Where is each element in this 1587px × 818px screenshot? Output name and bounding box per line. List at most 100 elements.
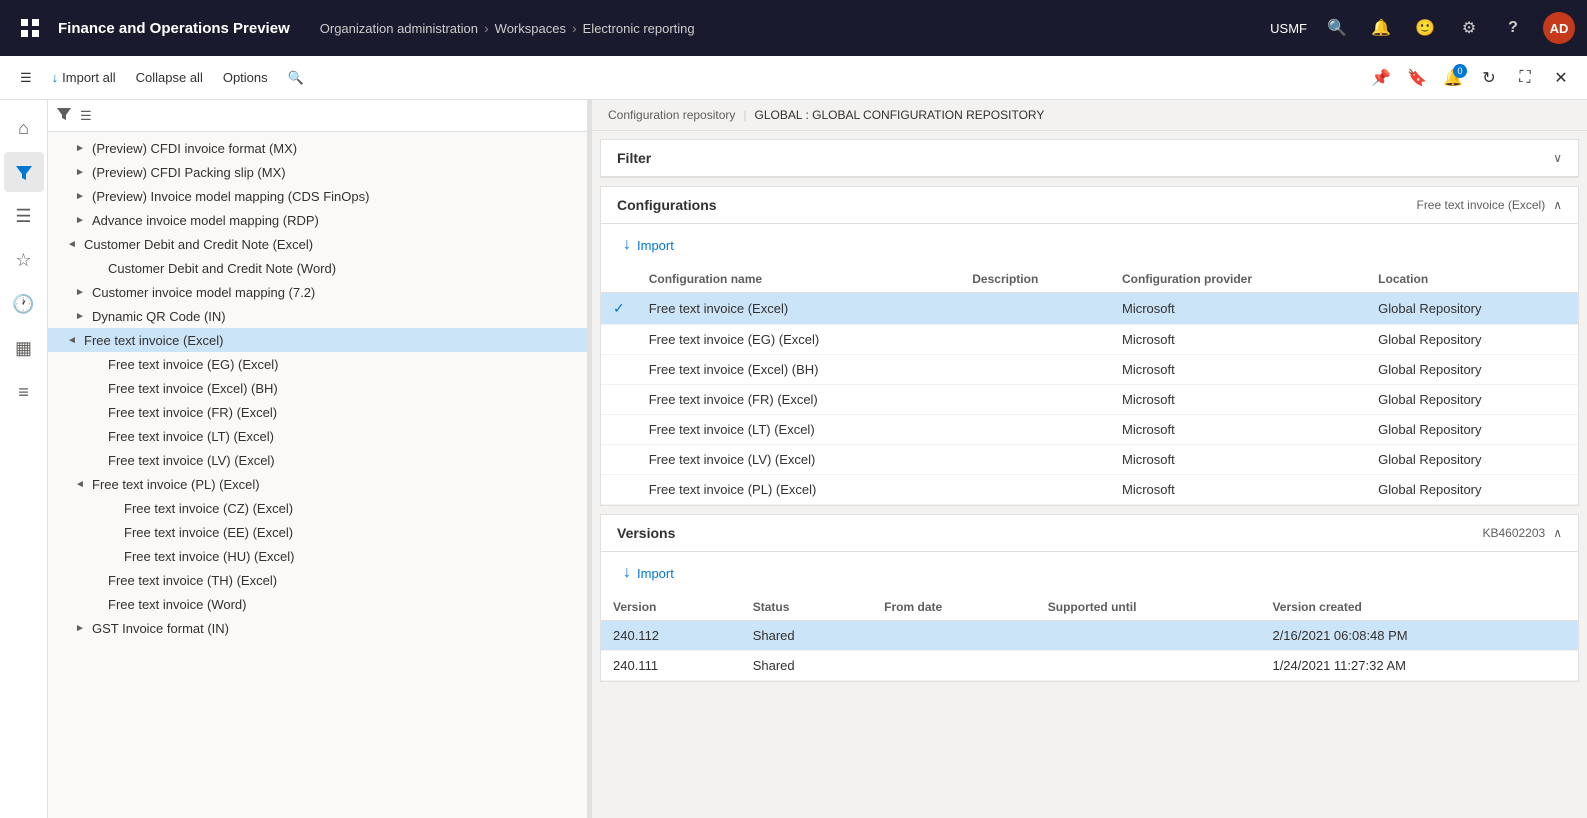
tree-item-label: Free text invoice (CZ) (Excel) (124, 501, 293, 516)
tree-item[interactable]: Free text invoice (EE) (Excel) (48, 520, 587, 544)
sidebar-list-icon[interactable]: ☰ (4, 196, 44, 236)
col-provider: Configuration provider (1110, 266, 1366, 293)
tree-expand-icon[interactable]: ◄ (72, 476, 88, 492)
table-row[interactable]: Free text invoice (FR) (Excel) Microsoft… (601, 385, 1578, 415)
settings-icon[interactable]: ⚙ (1455, 14, 1483, 42)
table-row[interactable]: Free text invoice (Excel) (BH) Microsoft… (601, 355, 1578, 385)
tree-item-label: (Preview) CFDI invoice format (MX) (92, 141, 297, 156)
tree-expand-icon[interactable]: ► (72, 140, 88, 156)
configurations-import-button[interactable]: ↓ Import (613, 232, 684, 258)
bookmark-icon[interactable]: 🔖 (1403, 64, 1431, 92)
tree-item[interactable]: ► Advance invoice model mapping (RDP) (48, 208, 587, 232)
tree-expand-icon[interactable]: ► (72, 212, 88, 228)
tree-item[interactable]: ►Dynamic QR Code (IN) (48, 304, 587, 328)
tree-item[interactable]: ◄Free text invoice (Excel) (48, 328, 587, 352)
refresh-icon[interactable]: ↻ (1475, 64, 1503, 92)
tree-expand-icon[interactable]: ► (72, 284, 88, 300)
tree-item-label: Free text invoice (EG) (Excel) (108, 357, 279, 372)
tree-expand-icon[interactable]: ► (72, 164, 88, 180)
toolbar-search-button[interactable]: 🔍 (280, 66, 312, 90)
configurations-collapse-icon[interactable]: ∧ (1553, 198, 1562, 212)
tree-expand-icon[interactable]: ► (72, 620, 88, 636)
notification-badge-icon[interactable]: 🔔0 (1439, 64, 1467, 92)
row-description (960, 355, 1110, 385)
tree-expand-icon[interactable]: ► (72, 308, 88, 324)
tree-spacer (88, 404, 104, 420)
tree-item[interactable]: Free text invoice (CZ) (Excel) (48, 496, 587, 520)
row-provider: Microsoft (1110, 445, 1366, 475)
tree-expand-icon[interactable]: ◄ (64, 236, 80, 252)
bell-icon[interactable]: 🔔 (1367, 14, 1395, 42)
table-row[interactable]: Free text invoice (EG) (Excel) Microsoft… (601, 325, 1578, 355)
row-description (960, 325, 1110, 355)
sidebar-clock-icon[interactable]: 🕐 (4, 284, 44, 324)
table-row[interactable]: Free text invoice (PL) (Excel) Microsoft… (601, 475, 1578, 505)
hamburger-button[interactable]: ☰ (12, 66, 40, 90)
tree-item-label: Free text invoice (LT) (Excel) (108, 429, 274, 444)
smiley-icon[interactable]: 🙂 (1411, 14, 1439, 42)
configurations-header-right: Free text invoice (Excel) ∧ (1416, 198, 1562, 212)
filter-collapse-icon[interactable]: ∨ (1553, 151, 1562, 165)
help-icon[interactable]: ? (1499, 14, 1527, 42)
tree-item[interactable]: ►Customer invoice model mapping (7.2) (48, 280, 587, 304)
expand-window-icon[interactable]: ⛶ (1511, 64, 1539, 92)
row-version: 240.111 (601, 651, 741, 681)
tree-item[interactable]: Free text invoice (HU) (Excel) (48, 544, 587, 568)
tree-item[interactable]: Customer Debit and Credit Note (Word) (48, 256, 587, 280)
pin-icon[interactable]: 📌 (1367, 64, 1395, 92)
col-version: Version (601, 594, 741, 621)
tree-item[interactable]: ►(Preview) Invoice model mapping (CDS Fi… (48, 184, 587, 208)
tree-item[interactable]: ◄Customer Debit and Credit Note (Excel) (48, 232, 587, 256)
sidebar-items-icon[interactable]: ≡ (4, 372, 44, 412)
row-provider: Microsoft (1110, 355, 1366, 385)
sidebar-table-icon[interactable]: ▦ (4, 328, 44, 368)
sidebar-filter-icon[interactable] (4, 152, 44, 192)
table-row[interactable]: 240.112 Shared 2/16/2021 06:08:48 PM (601, 621, 1578, 651)
tree-item[interactable]: Free text invoice (Word) (48, 592, 587, 616)
collapse-all-button[interactable]: Collapse all (128, 66, 211, 89)
tree-item[interactable]: ►(Preview) CFDI Packing slip (MX) (48, 160, 587, 184)
tree-item[interactable]: ►GST Invoice format (IN) (48, 616, 587, 640)
col-status: Status (741, 594, 872, 621)
tree-expand-icon[interactable]: ► (72, 188, 88, 204)
versions-import-button[interactable]: ↓ Import (613, 560, 684, 586)
versions-collapse-icon[interactable]: ∧ (1553, 526, 1562, 540)
user-avatar[interactable]: AD (1543, 12, 1575, 44)
tree-item-label: Free text invoice (Excel) (BH) (108, 381, 278, 396)
versions-title: Versions (617, 525, 675, 541)
breadcrumb-org[interactable]: Organization administration (320, 21, 478, 36)
tree-item-label: Free text invoice (Word) (108, 597, 246, 612)
tree-item[interactable]: Free text invoice (LV) (Excel) (48, 448, 587, 472)
company-badge[interactable]: USMF (1270, 21, 1307, 36)
tree-item[interactable]: Free text invoice (Excel) (BH) (48, 376, 587, 400)
sidebar-star-icon[interactable]: ☆ (4, 240, 44, 280)
breadcrumb-er[interactable]: Electronic reporting (583, 21, 695, 36)
table-row[interactable]: 240.111 Shared 1/24/2021 11:27:32 AM (601, 651, 1578, 681)
row-location: Global Repository (1366, 445, 1578, 475)
search-icon[interactable]: 🔍 (1323, 14, 1351, 42)
row-check: ✓ (601, 293, 637, 325)
tree-item[interactable]: Free text invoice (EG) (Excel) (48, 352, 587, 376)
tree-item[interactable]: Free text invoice (TH) (Excel) (48, 568, 587, 592)
versions-section-header: Versions KB4602203 ∧ (601, 515, 1578, 552)
top-navigation: Finance and Operations Preview Organizat… (0, 0, 1587, 56)
tree-item[interactable]: Free text invoice (FR) (Excel) (48, 400, 587, 424)
apps-grid-button[interactable] (12, 10, 48, 46)
table-row[interactable]: Free text invoice (LV) (Excel) Microsoft… (601, 445, 1578, 475)
tree-expand-icon[interactable]: ◄ (64, 332, 80, 348)
tree-item[interactable]: ◄ Free text invoice (PL) (Excel) (48, 472, 587, 496)
table-row[interactable]: Free text invoice (LT) (Excel) Microsoft… (601, 415, 1578, 445)
tree-spacer (88, 356, 104, 372)
close-panel-icon[interactable]: ✕ (1547, 64, 1575, 92)
tree-item[interactable]: Free text invoice (LT) (Excel) (48, 424, 587, 448)
breadcrumb-workspaces[interactable]: Workspaces (495, 21, 566, 36)
import-all-button[interactable]: ↓ Import all (44, 66, 124, 89)
tree-item[interactable]: ► (Preview) CFDI invoice format (MX) (48, 136, 587, 160)
tree-item-label: Advance invoice model mapping (RDP) (92, 213, 319, 228)
tree-spacer (104, 548, 120, 564)
options-button[interactable]: Options (215, 66, 276, 89)
sidebar-home-icon[interactable]: ⌂ (4, 108, 44, 148)
table-row[interactable]: ✓ Free text invoice (Excel) Microsoft Gl… (601, 293, 1578, 325)
tree-item-label: Free text invoice (PL) (Excel) (92, 477, 260, 492)
app-title: Finance and Operations Preview (58, 20, 290, 37)
